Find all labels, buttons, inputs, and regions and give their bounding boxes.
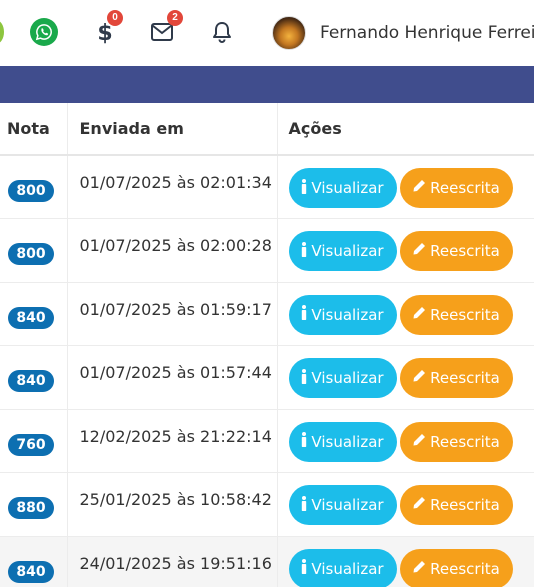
table-row: 800 01/07/2025 às 02:00:28 Visualizar Reesc…: [0, 218, 534, 283]
grade-cell: 840: [0, 345, 67, 410]
info-icon: [301, 559, 307, 578]
actions-cell: Visualizar Reescrita: [276, 218, 534, 283]
table-row: 840 24/01/2025 às 19:51:16 Visualizar Reesc…: [0, 536, 534, 587]
grade-cell: 760: [0, 409, 67, 473]
sent-at-cell: 01/07/2025 às 02:00:28: [66, 218, 277, 283]
pencil-icon: [412, 242, 426, 260]
grade-badge: 880: [8, 497, 54, 519]
table-row: 760 12/02/2025 às 21:22:14 Visualizar Reesc…: [0, 409, 534, 473]
sent-at-cell: 01/07/2025 às 01:57:44: [66, 345, 277, 410]
view-button-label: Visualizar: [311, 432, 384, 451]
view-button-label: Visualizar: [311, 369, 384, 387]
view-button[interactable]: Visualizar: [288, 421, 397, 462]
grade-badge: 840: [8, 370, 54, 392]
pencil-icon: [412, 179, 426, 197]
sent-at-cell: 25/01/2025 às 10:58:42: [66, 472, 277, 537]
sent-at-cell: 24/01/2025 às 19:51:16: [66, 536, 277, 587]
pencil-icon: [412, 433, 426, 451]
grade-cell: 800: [0, 155, 67, 219]
rewrite-button-label: Reescrita: [430, 305, 500, 324]
rewrite-button-label: Reescrita: [430, 559, 500, 578]
rewrite-button[interactable]: Reescrita: [399, 548, 513, 587]
table-row: 840 01/07/2025 às 01:59:17 Visualizar Reesc…: [0, 282, 534, 346]
rewrite-button[interactable]: Reescrita: [399, 168, 513, 208]
grade-cell: 840: [0, 536, 67, 587]
grade-badge: 800: [8, 243, 54, 265]
submissions-table-container: Nota Enviada em Ações 800 01/07/2025 às 0…: [0, 103, 534, 587]
grade-badge: 840: [8, 560, 54, 583]
rewrite-button-label: Reescrita: [430, 432, 500, 451]
sent-at-cell: 01/07/2025 às 01:59:17: [66, 282, 277, 346]
pencil-icon: [412, 496, 426, 514]
top-navbar: $ 0 2 Fernando Henrique Ferreira: [0, 0, 534, 103]
grade-badge: 800: [8, 180, 54, 202]
column-header-grade: Nota: [0, 103, 67, 156]
whatsapp-icon[interactable]: [30, 18, 58, 46]
pencil-icon: [412, 306, 426, 324]
actions-cell: Visualizar Reescrita: [276, 472, 534, 537]
sent-at-cell: 12/02/2025 às 21:22:14: [66, 409, 277, 473]
menu-toggle-icon[interactable]: [0, 20, 4, 44]
rewrite-button[interactable]: Reescrita: [399, 421, 513, 462]
actions-cell: Visualizar Reescrita: [276, 536, 534, 587]
rewrite-button-label: Reescrita: [430, 242, 500, 260]
info-icon: [301, 305, 307, 324]
view-button[interactable]: Visualizar: [288, 358, 397, 398]
grade-cell: 880: [0, 472, 67, 537]
rewrite-button[interactable]: Reescrita: [399, 294, 513, 335]
view-button[interactable]: Visualizar: [288, 485, 397, 525]
grade-badge: 840: [8, 306, 54, 329]
actions-cell: Visualizar Reescrita: [276, 155, 534, 219]
rewrite-button[interactable]: Reescrita: [399, 485, 513, 525]
info-icon: [301, 432, 307, 451]
column-header-sent-at: Enviada em: [66, 103, 277, 156]
table-row: 800 01/07/2025 às 02:01:34 Visualizar Reesc…: [0, 155, 534, 219]
bell-icon[interactable]: [211, 20, 233, 44]
info-icon: [301, 178, 307, 198]
submissions-table: Nota Enviada em Ações 800 01/07/2025 às 0…: [0, 103, 534, 587]
rewrite-button[interactable]: Reescrita: [399, 231, 513, 271]
sent-at-cell: 01/07/2025 às 02:01:34: [66, 155, 277, 219]
view-button[interactable]: Visualizar: [288, 294, 397, 335]
grade-cell: 840: [0, 282, 67, 346]
table-row: 840 01/07/2025 às 01:57:44 Visualizar Reesc…: [0, 345, 534, 410]
money-notification-badge: 0: [107, 10, 123, 26]
table-row: 880 25/01/2025 às 10:58:42 Visualizar Reesc…: [0, 472, 534, 537]
view-button-label: Visualizar: [311, 179, 384, 197]
view-button[interactable]: Visualizar: [288, 168, 397, 208]
navbar-toolbar: $ 0 2 Fernando Henrique Ferreira: [0, 0, 534, 66]
table-header-row: Nota Enviada em Ações: [0, 103, 534, 156]
user-avatar[interactable]: [272, 16, 306, 50]
view-button[interactable]: Visualizar: [288, 231, 397, 271]
view-button-label: Visualizar: [311, 305, 384, 324]
view-button-label: Visualizar: [311, 559, 384, 578]
info-icon: [301, 241, 307, 261]
rewrite-button-label: Reescrita: [430, 496, 500, 514]
pencil-icon: [412, 560, 426, 578]
actions-cell: Visualizar Reescrita: [276, 282, 534, 346]
info-icon: [301, 495, 307, 515]
info-icon: [301, 368, 307, 388]
user-name[interactable]: Fernando Henrique Ferreira: [320, 23, 534, 43]
rewrite-button[interactable]: Reescrita: [399, 358, 513, 398]
rewrite-button-label: Reescrita: [430, 369, 500, 387]
mail-notification-badge: 2: [167, 10, 183, 26]
actions-cell: Visualizar Reescrita: [276, 409, 534, 473]
column-header-actions: Ações: [276, 103, 534, 156]
actions-cell: Visualizar Reescrita: [276, 345, 534, 410]
grade-cell: 800: [0, 218, 67, 283]
view-button-label: Visualizar: [311, 242, 384, 260]
pencil-icon: [412, 369, 426, 387]
view-button[interactable]: Visualizar: [288, 548, 397, 587]
view-button-label: Visualizar: [311, 496, 384, 514]
grade-badge: 760: [8, 433, 54, 456]
rewrite-button-label: Reescrita: [430, 179, 500, 197]
